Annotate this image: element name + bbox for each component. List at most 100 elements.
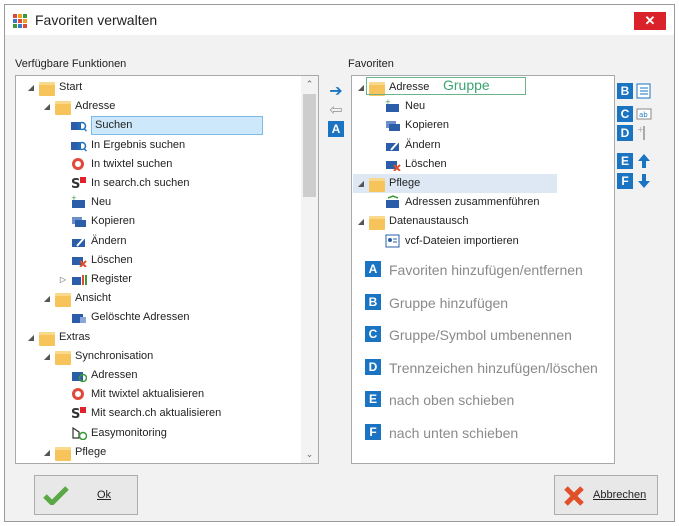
collapse-arrow-icon[interactable]: ◢ [356, 212, 366, 231]
tree-item-label: In twixtel suchen [91, 157, 173, 170]
tree-item[interactable]: ◢ Ansicht [16, 289, 302, 308]
tree-item[interactable]: ◢ Start [16, 78, 302, 97]
address-delete-icon [71, 253, 87, 268]
collapse-arrow-icon[interactable]: ◢ [26, 78, 36, 97]
title-bar: Favoriten verwalten ✕ [5, 5, 674, 35]
arrow-down-icon[interactable] [635, 173, 653, 191]
tree-item[interactable]: ◢ Datenaustausch [352, 212, 557, 231]
tree-item-label: Ansicht [75, 292, 112, 305]
svg-text:+: + [385, 99, 391, 106]
scroll-thumb[interactable] [303, 94, 316, 197]
collapse-arrow-icon[interactable]: ◢ [356, 174, 366, 193]
tree-item[interactable]: + Neu [16, 193, 302, 212]
tree-item[interactable]: Kopieren [16, 212, 302, 231]
address-edit-icon [71, 234, 87, 248]
tree-item-label: Löschen [91, 253, 133, 266]
legend-text: Favoriten hinzufügen/entfernen [389, 262, 583, 278]
address-delete-icon [385, 157, 401, 172]
tree-item-label: Easymonitoring [91, 426, 167, 439]
tree-item[interactable]: S Mit search.ch aktualisieren [16, 404, 302, 423]
tree-item[interactable]: Ändern [352, 136, 557, 155]
tree-item[interactable]: S In search.ch suchen [16, 174, 302, 193]
collapse-arrow-icon[interactable]: ◢ [42, 443, 52, 462]
address-search-icon [71, 118, 88, 132]
address-edit-icon [385, 138, 401, 152]
tree-item[interactable]: Ändern [16, 232, 302, 251]
folder-icon [55, 446, 71, 461]
ok-label: Ok [97, 489, 112, 501]
tree-item[interactable]: Kopieren [352, 116, 557, 135]
legend-badge: A [365, 261, 381, 277]
tree-item-label: Kopieren [91, 215, 136, 228]
tree-item[interactable]: In twixtel suchen [16, 155, 302, 174]
ok-button[interactable]: Ok [34, 475, 138, 515]
address-new-icon: + [385, 98, 401, 113]
tree-item-label: Gelöschte Adressen [91, 311, 190, 324]
tree-item[interactable]: ◢ Adresse [16, 97, 302, 116]
tree-item-label: Suchen [91, 116, 263, 136]
tree-item[interactable]: Löschen [16, 251, 302, 270]
cancel-button[interactable]: Abbrechen [554, 475, 658, 515]
tree-item[interactable]: Easymonitoring [16, 424, 302, 443]
tree-item-label: Adressen [91, 369, 138, 381]
tree-item-label: In Ergebnis suchen [91, 138, 186, 151]
close-button[interactable]: ✕ [634, 12, 666, 30]
badge-a: A [328, 121, 344, 137]
tree-item[interactable]: ◢ Pflege [16, 443, 302, 462]
tree-item[interactable]: Adressen [16, 366, 302, 385]
folder-icon [369, 178, 385, 192]
tree-item[interactable]: Löschen [352, 155, 557, 174]
scroll-up-icon[interactable]: ⌃ [301, 76, 318, 93]
collapse-arrow-icon[interactable]: ◢ [356, 78, 366, 97]
add-group-icon[interactable] [635, 83, 653, 101]
svg-text:S: S [71, 407, 80, 420]
tree-item[interactable]: ◢ Synchronisation [16, 347, 302, 366]
rename-icon[interactable]: ab [635, 106, 653, 124]
legend-text: Trennzeichen hinzufügen/löschen [389, 359, 598, 376]
svg-text:ab: ab [639, 111, 648, 119]
tree-item-label: Synchronisation [75, 349, 154, 362]
tree-item[interactable]: vcf-Dateien importieren [352, 232, 557, 251]
collapse-arrow-icon[interactable]: ◢ [42, 347, 52, 366]
functions-tree[interactable]: ⌃ ⌄ ◢ Start ◢ Adresse Suchen In Ergebnis such… [15, 75, 319, 464]
tree-item[interactable]: ▷ Register [16, 270, 302, 289]
tree-item[interactable]: Adressen zusammenführen [352, 193, 557, 212]
collapse-arrow-icon[interactable]: ◢ [42, 97, 52, 116]
search-ch-icon: S [71, 176, 87, 192]
legend-text: Gruppe hinzufügen [389, 294, 509, 311]
folder-icon [39, 82, 55, 96]
add-favorite-button[interactable]: ➔ [326, 83, 346, 101]
tree-item-label: Ändern [405, 138, 441, 151]
remove-favorite-button[interactable]: ⇦ [326, 102, 346, 120]
address-search-icon [71, 138, 88, 152]
tree-item[interactable]: ◢ Pflege [353, 174, 557, 193]
separator-icon[interactable]: + [635, 125, 653, 143]
collapse-arrow-icon[interactable]: ◢ [26, 328, 36, 347]
folder-icon [55, 101, 71, 116]
scroll-down-icon[interactable]: ⌄ [301, 446, 318, 463]
app-grid-icon [13, 14, 27, 28]
tree-scrollbar[interactable]: ⌃ ⌄ [301, 76, 318, 463]
checkmark-icon [43, 486, 69, 505]
tree-item[interactable]: In Ergebnis suchen [16, 136, 302, 155]
folder-icon [369, 216, 385, 231]
legend-badge: F [365, 423, 381, 440]
tree-item[interactable]: + Neu [352, 97, 557, 116]
expand-arrow-icon[interactable]: ▷ [58, 270, 68, 289]
tree-item[interactable]: Mit twixtel aktualisieren [16, 385, 302, 404]
search-ch-icon: S [71, 406, 87, 422]
arrow-up-icon[interactable] [635, 153, 653, 171]
available-functions-label: Verfügbare Funktionen [15, 58, 127, 70]
collapse-arrow-icon[interactable]: ◢ [42, 289, 52, 308]
gruppe-annotation: Gruppe [443, 77, 490, 93]
address-new-icon: + [71, 194, 87, 209]
tree-item-label: Pflege [389, 177, 421, 189]
monitoring-icon [71, 426, 88, 440]
svg-text:S: S [71, 177, 80, 190]
tree-item[interactable]: Suchen [16, 116, 302, 136]
tree-item[interactable]: Gelöschte Adressen [16, 308, 302, 327]
vcf-icon [385, 234, 401, 248]
tree-item[interactable]: ◢ Extras [16, 328, 302, 347]
tree-item-label: Neu [405, 100, 426, 113]
cancel-label: Abbrechen [593, 489, 647, 501]
